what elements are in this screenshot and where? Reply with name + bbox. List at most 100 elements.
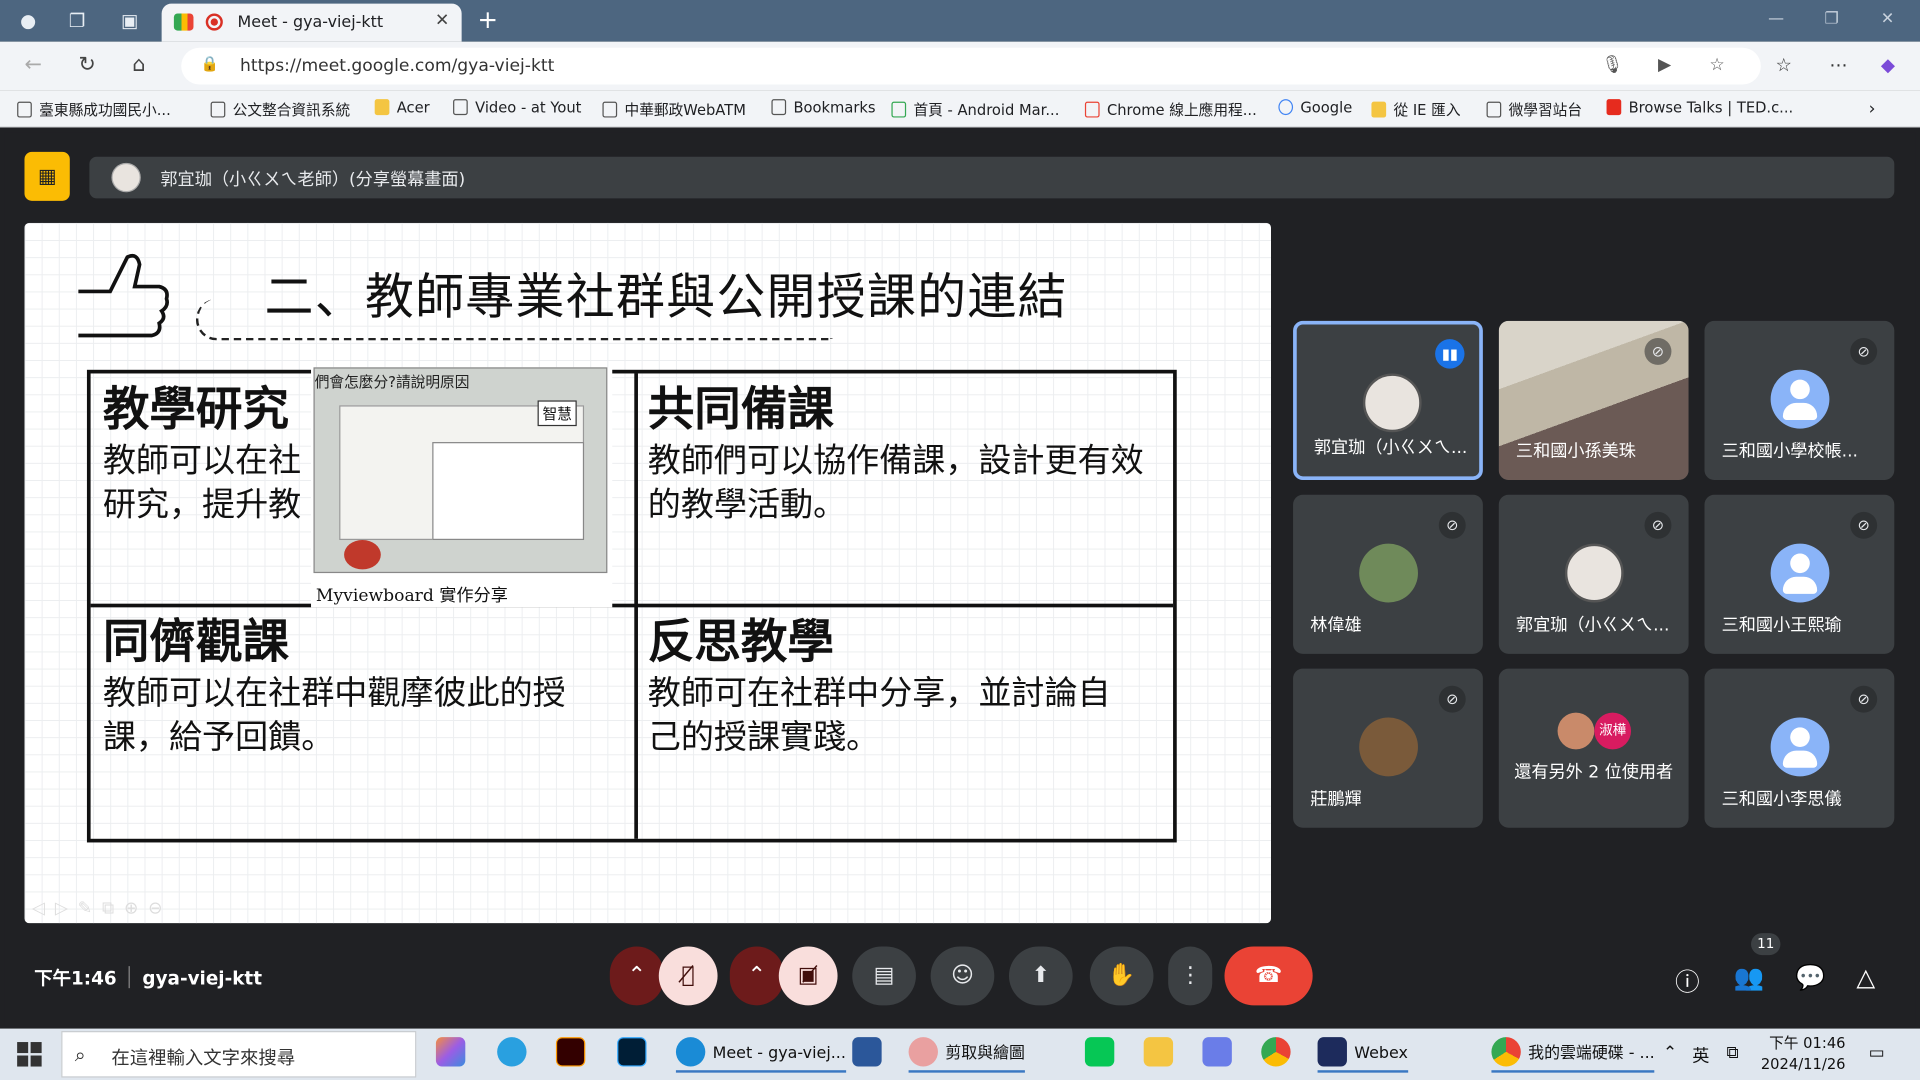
participant-tile[interactable]: ⊘ 三和國小孫美珠 (1498, 320, 1689, 481)
bookmarks-overflow-icon[interactable]: › (1869, 99, 1876, 119)
taskbar-photoshop-icon[interactable] (617, 1036, 654, 1073)
back-icon[interactable]: ← (24, 53, 41, 77)
mic-button[interactable]: 🎙̸ (658, 946, 718, 1006)
taskbar-edge-meet[interactable]: Meet - gya-viej... (675, 1036, 846, 1073)
url-text[interactable]: https://meet.google.com/gya-viej-ktt (240, 56, 554, 76)
copilot-icon[interactable]: ◆ (1881, 54, 1895, 76)
home-icon[interactable]: ⌂ (132, 53, 145, 77)
tray-overflow-icon[interactable]: ⌃ (1663, 1043, 1677, 1063)
bookmark-item[interactable]: 微學習站台 (1486, 99, 1582, 120)
new-tab-icon[interactable]: + (478, 5, 499, 34)
bookmark-item[interactable]: Video - at Yout (453, 99, 581, 116)
people-icon[interactable]: 👥 (1734, 962, 1764, 991)
cell-co-planning: 共同備課 教師們可以協作備課，設計更有效的教學活動。 (648, 378, 1162, 527)
avatar: 淑樺 (1594, 712, 1632, 750)
thumbs-up-icon (78, 253, 169, 338)
taskbar-app-icon[interactable] (1202, 1036, 1239, 1073)
participant-tile[interactable]: ▮▮ 郭宜珈（小ㄍㄨㄟ... (1293, 320, 1483, 481)
windows-start-icon[interactable] (17, 1042, 42, 1067)
meeting-time: 下午1:46 (34, 967, 117, 990)
workspaces-icon[interactable]: ❐ (64, 7, 91, 34)
reactions-button[interactable]: ☺ (930, 946, 995, 1006)
taskbar-ie-icon[interactable] (497, 1036, 534, 1073)
video-options-button[interactable]: ⌃ (729, 946, 784, 1006)
bookmark-item[interactable]: Acer (374, 99, 430, 116)
taskbar-copilot-icon[interactable] (435, 1036, 473, 1073)
meet-favicon-icon (173, 13, 194, 31)
bookmark-item[interactable]: 公文整合資訊系統 (210, 99, 350, 120)
minimize-icon[interactable]: — (1768, 10, 1784, 28)
favorite-star-icon[interactable]: ☆ (1709, 55, 1724, 75)
participant-tile[interactable]: ⊘ 三和國小王熙瑜 (1704, 494, 1895, 654)
slide-toolbar-icon[interactable]: ◁▷✎⧉⊕⊖ (32, 899, 172, 919)
bookmark-item[interactable]: 從 IE 匯入 (1371, 99, 1461, 120)
info-icon[interactable]: ⓘ (1675, 962, 1699, 998)
taskbar-word-icon[interactable] (852, 1036, 889, 1073)
mic-off-icon: ⊘ (1438, 511, 1466, 539)
taskbar-drive[interactable]: 我的雲端硬碟 - ... (1491, 1036, 1655, 1073)
close-window-icon[interactable]: ✕ (1881, 10, 1894, 28)
leave-call-button[interactable]: ☎ (1224, 946, 1313, 1006)
avatar (1770, 369, 1830, 429)
close-tab-icon[interactable]: ✕ (435, 11, 449, 31)
meet-window: ▦ 郭宜珈（小ㄍㄨㄟ老師）(分享螢幕畫面) 二、教師專業社群與公開授課的連結 教… (4, 132, 1916, 1027)
more-menu-icon[interactable]: ⋯ (1829, 54, 1847, 76)
participant-tile[interactable]: ⊘ 三和國小李思儀 (1704, 668, 1895, 828)
participant-name: 三和國小李思儀 (1721, 789, 1842, 810)
mic-off-icon: ⊘ (1644, 337, 1672, 365)
taskbar-line-icon[interactable] (1084, 1036, 1122, 1073)
taskbar-illustrator-icon[interactable] (555, 1036, 593, 1073)
lock-icon[interactable]: 🔒 (201, 55, 219, 75)
cell-reflection: 反思教學 教師可在社群中分享，並討論自己的授課實踐。 (648, 611, 1138, 760)
tab-actions-icon[interactable]: ▣ (116, 7, 143, 34)
avatar (1359, 543, 1418, 603)
microphone-icon[interactable]: 🎙 (1602, 55, 1624, 75)
cell-heading: 共同備課 (647, 382, 834, 436)
bookmark-item[interactable]: Google (1278, 99, 1352, 116)
taskbar-search[interactable]: ⌕ 在這裡輸入文字來搜尋 (61, 1031, 417, 1078)
participant-tile[interactable]: ⊘ 郭宜珈（小ㄍㄨㄟ... (1498, 494, 1689, 654)
page-icon (771, 99, 787, 116)
bookmark-item[interactable]: 中華郵政WebATM (602, 99, 746, 120)
keyboard-icon[interactable]: ⧉ (1727, 1043, 1739, 1063)
taskbar-explorer-icon[interactable] (1143, 1036, 1181, 1073)
slide-title: 二、教師專業社群與公開授課的連結 (264, 269, 1068, 326)
bookmark-item[interactable]: 臺東縣成功國民小... (17, 99, 171, 120)
participant-tile[interactable]: ⊘ 林偉雄 (1293, 494, 1483, 654)
cast-icon[interactable]: ▶ (1658, 55, 1671, 75)
chat-icon[interactable]: 💬 (1795, 962, 1825, 991)
taskbar-webex[interactable]: Webex (1317, 1036, 1408, 1073)
ime-indicator[interactable]: 英 (1692, 1043, 1709, 1067)
taskbar-snipping[interactable]: 剪取與繪圖 (908, 1036, 1025, 1073)
maximize-icon[interactable]: ❐ (1825, 10, 1839, 28)
taskbar-clock[interactable]: 下午 01:46 2024/11/26 (1761, 1033, 1846, 1075)
google-icon (1278, 99, 1294, 116)
bookmark-item[interactable]: Chrome 線上應用程... (1084, 99, 1257, 120)
participant-name: 郭宜珈（小ㄍㄨㄟ... (1313, 438, 1468, 458)
bookmark-item[interactable]: Browse Talks | TED.c... (1606, 99, 1793, 116)
audio-options-button[interactable]: ⌃ (609, 946, 664, 1006)
captions-button[interactable]: ▤ (852, 946, 916, 1006)
taskbar-chrome-icon[interactable] (1261, 1036, 1298, 1073)
favorites-icon[interactable]: ☆ (1776, 54, 1792, 76)
participant-tile[interactable]: ⊘ 莊鵬輝 (1293, 668, 1483, 828)
present-button[interactable]: ⬆ (1008, 946, 1073, 1006)
url-bar[interactable]: 🔒 https://meet.google.com/gya-viej-ktt 🎙… (181, 47, 1761, 85)
profile-icon[interactable]: ● (15, 7, 42, 34)
activities-icon[interactable]: △ (1856, 962, 1875, 991)
tab-meet[interactable]: Meet - gya-viej-ktt ✕ (161, 3, 462, 42)
participant-tile[interactable]: ⊘ 三和國小學校帳... (1704, 320, 1895, 481)
page-icon (17, 101, 32, 118)
bookmark-item[interactable]: 首頁 - Android Mar... (891, 99, 1059, 120)
more-options-button[interactable]: ⋮ (1168, 946, 1213, 1006)
raise-hand-button[interactable]: ✋ (1089, 946, 1154, 1006)
notification-icon[interactable]: ▭ (1869, 1043, 1885, 1063)
stop-presenting-icon[interactable]: ▦ (24, 151, 70, 201)
mic-off-icon: ⊘ (1850, 685, 1878, 713)
bookmark-item[interactable]: Bookmarks (771, 99, 876, 116)
mic-off-icon: ⊘ (1644, 511, 1672, 539)
others-tile[interactable]: 淑樺 還有另外 2 位使用者 (1498, 668, 1689, 828)
participant-name: 三和國小孫美珠 (1515, 442, 1636, 462)
camera-button[interactable]: ▣̸ (778, 946, 838, 1006)
reload-icon[interactable]: ↻ (78, 53, 95, 77)
